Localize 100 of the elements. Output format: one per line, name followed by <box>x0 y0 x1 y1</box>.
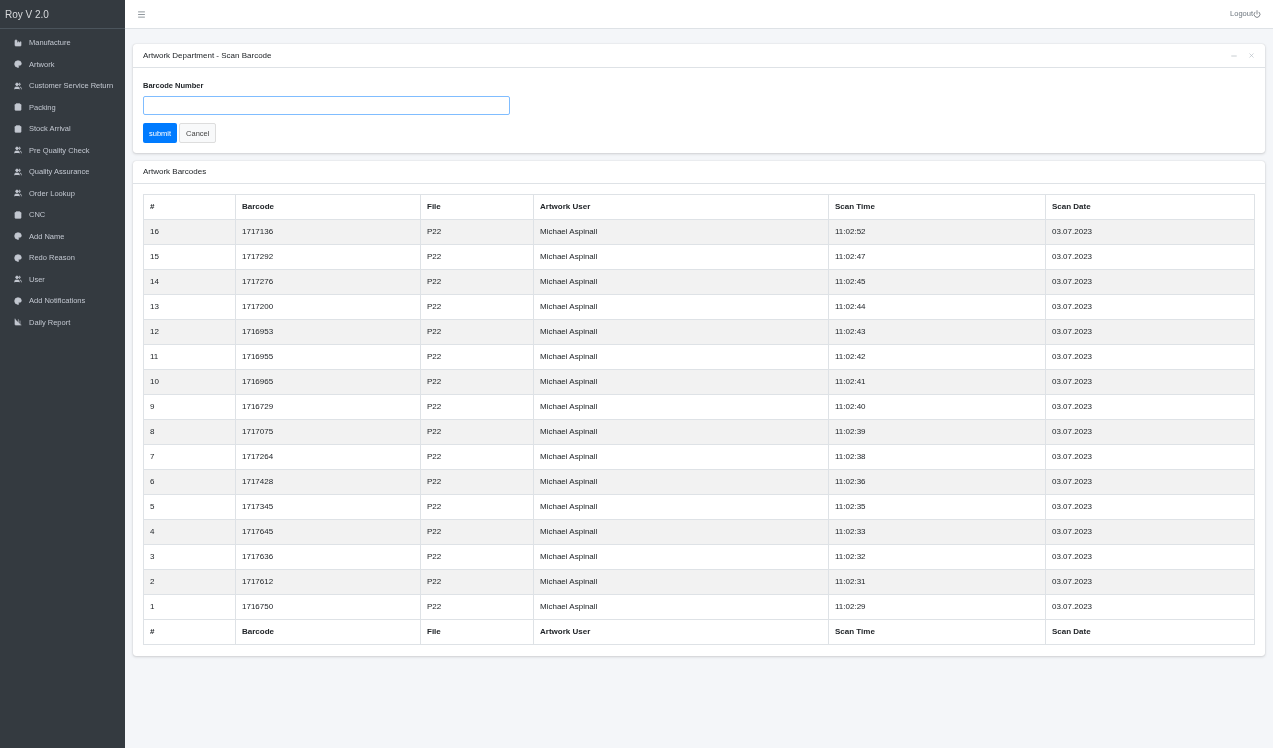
table-cell: 1 <box>143 594 236 620</box>
table-cell: 6 <box>143 469 236 495</box>
table-cell: 11:02:39 <box>828 419 1046 445</box>
users-icon <box>14 146 22 155</box>
table-cell: 03.07.2023 <box>1045 244 1255 270</box>
table-cell: 8 <box>143 419 236 445</box>
table-cell: 10 <box>143 369 236 395</box>
table-cell: 03.07.2023 <box>1045 469 1255 495</box>
table-cell: P22 <box>420 419 534 445</box>
table-cell: 13 <box>143 294 236 320</box>
table-cell: 1716953 <box>235 319 421 345</box>
table-cell: P22 <box>420 469 534 495</box>
table-cell: 03.07.2023 <box>1045 594 1255 620</box>
users-icon <box>14 275 22 284</box>
table-cell: 1717612 <box>235 569 421 595</box>
card-title: Artwork Department - Scan Barcode <box>143 49 272 62</box>
table-cell: 3 <box>143 544 236 570</box>
table-cell: 03.07.2023 <box>1045 494 1255 520</box>
table-cell: P22 <box>420 494 534 520</box>
close-icon[interactable] <box>1248 52 1255 59</box>
table-cell: 1716955 <box>235 344 421 370</box>
table-cell: Michael Aspinall <box>533 469 829 495</box>
table-cell: Michael Aspinall <box>533 544 829 570</box>
table-cell: 16 <box>143 219 236 245</box>
table-cell: Michael Aspinall <box>533 394 829 420</box>
table-cell: 03.07.2023 <box>1045 394 1255 420</box>
table-cell: 1717264 <box>235 444 421 470</box>
table-cell: P22 <box>420 394 534 420</box>
table-cell: Michael Aspinall <box>533 444 829 470</box>
column-header: Scan Date <box>1045 619 1255 645</box>
table-cell: P22 <box>420 294 534 320</box>
table-cell: Michael Aspinall <box>533 569 829 595</box>
table-cell: Michael Aspinall <box>533 369 829 395</box>
table-cell: 1717645 <box>235 519 421 545</box>
table-cell: 1716965 <box>235 369 421 395</box>
table-cell: 11:02:45 <box>828 269 1046 295</box>
card-title: Artwork Barcodes <box>143 166 207 179</box>
table-cell: P22 <box>420 319 534 345</box>
table-cell: 03.07.2023 <box>1045 269 1255 295</box>
brand-title[interactable]: Roy V 2.0 <box>5 6 49 22</box>
column-header: Barcode <box>235 619 421 645</box>
table-cell: 11:02:33 <box>828 519 1046 545</box>
table-cell: P22 <box>420 244 534 270</box>
table-cell: 03.07.2023 <box>1045 219 1255 245</box>
table-cell: 9 <box>143 394 236 420</box>
table-cell: P22 <box>420 594 534 620</box>
column-header: Scan Time <box>828 194 1046 220</box>
table-cell: 4 <box>143 519 236 545</box>
table-cell: Michael Aspinall <box>533 219 829 245</box>
table-cell: 1717200 <box>235 294 421 320</box>
table-cell: 12 <box>143 319 236 345</box>
table-cell: 03.07.2023 <box>1045 344 1255 370</box>
table-cell: 11:02:44 <box>828 294 1046 320</box>
column-header: Artwork User <box>533 619 829 645</box>
table-cell: Michael Aspinall <box>533 494 829 520</box>
table-cell: 1717345 <box>235 494 421 520</box>
table-cell: Michael Aspinall <box>533 319 829 345</box>
table-cell: 14 <box>143 269 236 295</box>
table-cell: P22 <box>420 219 534 245</box>
table-cell: 11:02:42 <box>828 344 1046 370</box>
column-header: File <box>420 194 534 220</box>
table-cell: 11:02:43 <box>828 319 1046 345</box>
table-cell: 15 <box>143 244 236 270</box>
table-cell: 1716729 <box>235 394 421 420</box>
table-cell: 1717636 <box>235 544 421 570</box>
column-header: # <box>143 194 236 220</box>
table-cell: 11 <box>143 344 236 370</box>
table-cell: Michael Aspinall <box>533 244 829 270</box>
table-cell: 11:02:47 <box>828 244 1046 270</box>
column-header: # <box>143 619 236 645</box>
table-cell: 1716750 <box>235 594 421 620</box>
barcode-input-field[interactable] <box>143 96 510 116</box>
users-icon <box>14 81 22 90</box>
power-icon <box>1253 10 1261 18</box>
table-cell: Michael Aspinall <box>533 269 829 295</box>
table-cell: 03.07.2023 <box>1045 544 1255 570</box>
table-cell: 11:02:36 <box>828 469 1046 495</box>
table-cell: 5 <box>143 494 236 520</box>
table-cell: 11:02:35 <box>828 494 1046 520</box>
table-cell: 11:02:40 <box>828 394 1046 420</box>
table-cell: Michael Aspinall <box>533 519 829 545</box>
table-cell: 1717292 <box>235 244 421 270</box>
table-cell: Michael Aspinall <box>533 344 829 370</box>
table-cell: 03.07.2023 <box>1045 569 1255 595</box>
table-cell: 11:02:38 <box>828 444 1046 470</box>
table-cell: 03.07.2023 <box>1045 519 1255 545</box>
column-header: Artwork User <box>533 194 829 220</box>
users-icon <box>14 167 22 176</box>
menu-icon[interactable] <box>137 9 146 19</box>
table-cell: 03.07.2023 <box>1045 319 1255 345</box>
column-header: Scan Time <box>828 619 1046 645</box>
table-cell: 03.07.2023 <box>1045 294 1255 320</box>
table-cell: P22 <box>420 544 534 570</box>
column-header: File <box>420 619 534 645</box>
table-cell: P22 <box>420 519 534 545</box>
table-cell: 1717075 <box>235 419 421 445</box>
factory-icon <box>14 38 22 47</box>
table-cell: 11:02:41 <box>828 369 1046 395</box>
table-cell: 1717276 <box>235 269 421 295</box>
table-cell: P22 <box>420 569 534 595</box>
